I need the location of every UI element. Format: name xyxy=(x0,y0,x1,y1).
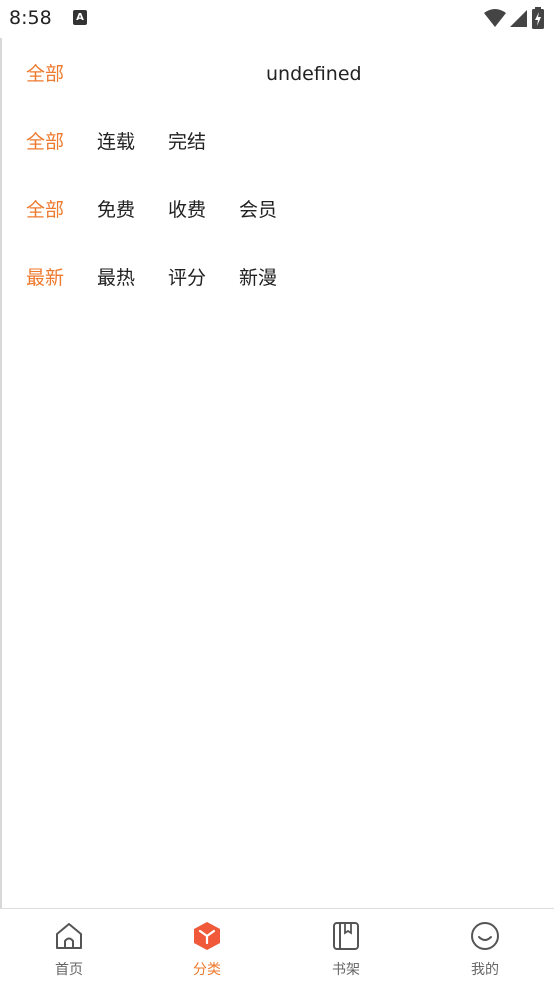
app-notification-icon: A xyxy=(73,10,87,25)
category-icon xyxy=(194,922,220,950)
status-indicators xyxy=(484,6,544,30)
signal-icon xyxy=(510,10,527,27)
tab-category-label: 分类 xyxy=(193,962,221,978)
tab-home-label: 首页 xyxy=(55,962,83,978)
wifi-icon xyxy=(484,9,506,27)
filter-sort-hottest[interactable]: 最热 xyxy=(97,258,135,298)
filter-sort-rating[interactable]: 评分 xyxy=(168,258,206,298)
bottom-tab-bar: 首页 分类 书架 我的 xyxy=(0,908,554,987)
filter-sort-new-comics[interactable]: 新漫 xyxy=(239,258,277,298)
filter-status-completed[interactable]: 完结 xyxy=(168,122,206,162)
filter-row-status: 全部 连载 完结 xyxy=(0,122,554,162)
tab-profile[interactable]: 我的 xyxy=(416,909,554,987)
tab-bookshelf-label: 书架 xyxy=(332,962,360,978)
filter-price-free[interactable]: 免费 xyxy=(97,190,135,230)
left-edge-divider xyxy=(0,38,2,908)
tab-category[interactable]: 分类 xyxy=(138,909,276,987)
filter-price-all[interactable]: 全部 xyxy=(26,190,64,230)
bookshelf-icon xyxy=(333,922,359,950)
filter-row-sort: 最新 最热 评分 新漫 xyxy=(0,258,554,298)
tab-home[interactable]: 首页 xyxy=(0,909,138,987)
tab-profile-label: 我的 xyxy=(471,962,499,978)
home-icon xyxy=(56,923,82,949)
status-bar: 8:58 A xyxy=(0,0,554,38)
filter-category-all[interactable]: 全部 xyxy=(26,54,64,94)
profile-icon xyxy=(471,922,499,950)
battery-icon xyxy=(532,7,544,29)
filter-category-undefined[interactable]: undefined xyxy=(266,54,362,94)
filter-price-paid[interactable]: 收费 xyxy=(168,190,206,230)
filter-price-member[interactable]: 会员 xyxy=(239,190,277,230)
filter-status-all[interactable]: 全部 xyxy=(26,122,64,162)
filter-row-category: 全部 undefined xyxy=(0,54,554,94)
filter-status-serializing[interactable]: 连载 xyxy=(97,122,135,162)
filter-row-price: 全部 免费 收费 会员 xyxy=(0,190,554,230)
tab-bookshelf[interactable]: 书架 xyxy=(277,909,415,987)
filter-sort-newest[interactable]: 最新 xyxy=(26,258,64,298)
status-time: 8:58 xyxy=(9,7,52,29)
